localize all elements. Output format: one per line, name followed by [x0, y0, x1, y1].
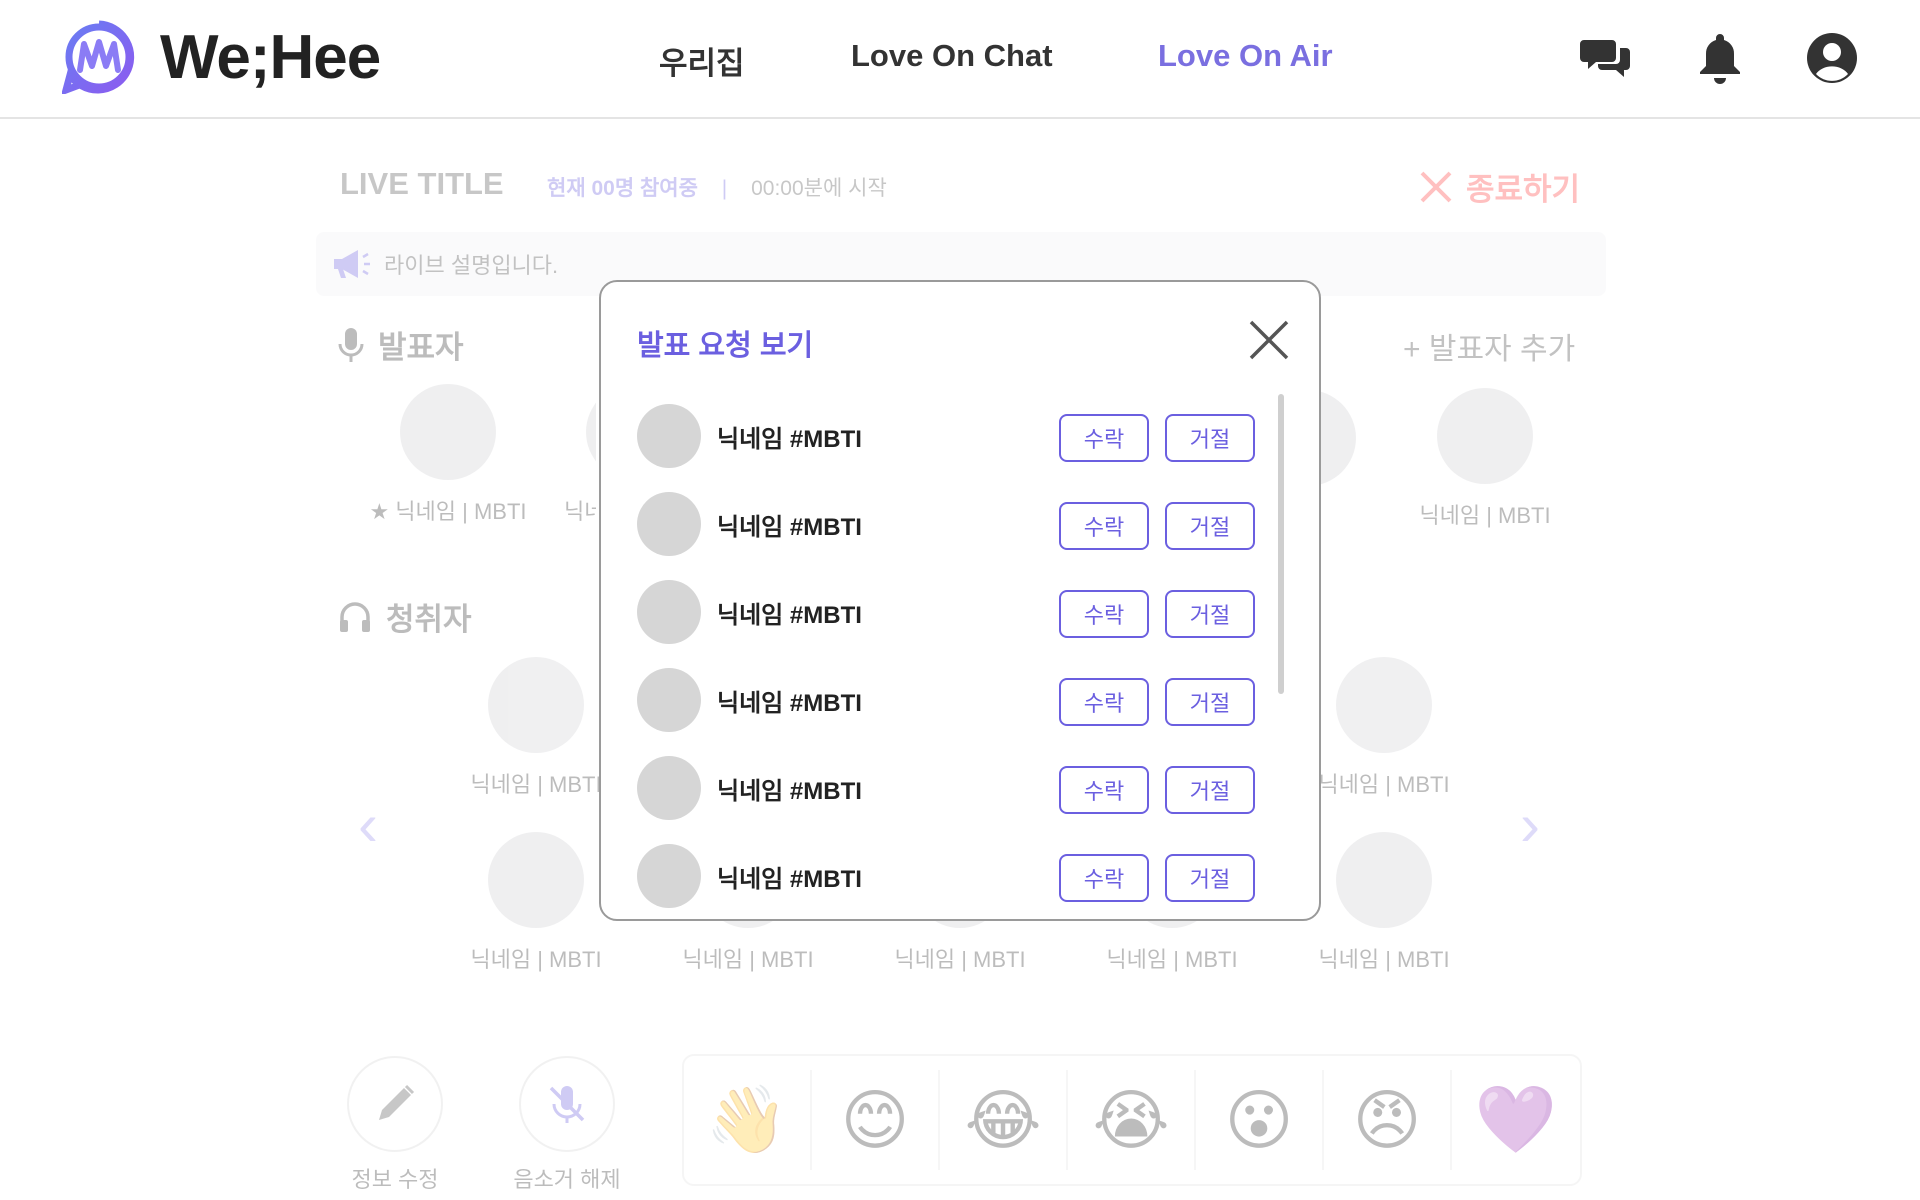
avatar — [637, 492, 701, 556]
listener-label: 닉네임 | MBTI — [1318, 772, 1450, 797]
mic-off-icon — [549, 1086, 585, 1123]
close-icon[interactable] — [1247, 318, 1291, 362]
request-nickname: 닉네임 #MBTI — [717, 425, 862, 453]
live-title: LIVE TITLE — [340, 166, 504, 201]
avatar — [637, 404, 701, 468]
edit-button-circle — [347, 1056, 443, 1152]
nav-item-home[interactable]: 우리집 — [659, 38, 745, 83]
avatar — [637, 756, 701, 820]
laugh-emoji[interactable]: 😂 — [940, 1070, 1068, 1170]
edit-info-label: 정보 수정 — [351, 1167, 439, 1192]
speak-request-modal: 발표 요청 보기 닉네임 #MBTI 수락 거절 닉네임 #MBTI 수락 거절… — [599, 280, 1321, 921]
listener-label: 닉네임 | MBTI — [894, 947, 1026, 972]
avatar — [1437, 388, 1533, 484]
modal-title: 발표 요청 보기 — [637, 330, 814, 362]
request-list-scrollbar[interactable] — [1278, 394, 1284, 694]
accept-button[interactable]: 수락 — [1059, 502, 1149, 550]
reject-button[interactable]: 거절 — [1165, 502, 1255, 550]
speakers-title-text: 발표자 — [378, 330, 464, 365]
request-row: 닉네임 #MBTI 수락 거절 — [637, 656, 1257, 744]
logo-text: We;Hee — [160, 22, 381, 92]
pencil-icon — [379, 1084, 415, 1120]
accept-button[interactable]: 수락 — [1059, 414, 1149, 462]
cry-emoji[interactable]: 😭 — [1068, 1070, 1196, 1170]
request-row: 닉네임 #MBTI 수락 거절 — [637, 480, 1257, 568]
listener-item[interactable]: 닉네임 | MBTI — [1294, 832, 1474, 974]
wave-emoji[interactable]: 👋 — [684, 1070, 812, 1170]
angry-emoji[interactable]: 😠 — [1324, 1070, 1452, 1170]
emoji-reaction-bar: 👋 😊 😂 😭 😮 😠 💜 — [682, 1054, 1582, 1186]
profile-icon[interactable] — [1804, 30, 1860, 86]
speaker-item[interactable]: 닉네임 | MBTI — [496, 384, 596, 526]
unmute-label: 음소거 해제 — [513, 1167, 621, 1192]
request-nickname: 닉네임 #MBTI — [717, 513, 862, 541]
chat-icon[interactable] — [1578, 30, 1634, 86]
speakers-section-title: 발표자 — [338, 322, 464, 367]
listener-label: 닉네임 | MBTI — [1318, 947, 1450, 972]
avatar — [1336, 832, 1432, 928]
edit-info-button[interactable]: 정보 수정 — [325, 1056, 465, 1194]
accept-button[interactable]: 수락 — [1059, 678, 1149, 726]
live-description: 라이브 설명입니다. — [384, 253, 559, 278]
request-nickname: 닉네임 #MBTI — [717, 689, 862, 717]
request-row: 닉네임 #MBTI 수락 거절 — [637, 568, 1257, 656]
start-time: 00:00분에 시작 — [751, 177, 887, 200]
add-speaker-button[interactable]: + 발표자 추가 — [1403, 324, 1575, 368]
avatar — [400, 384, 496, 480]
listener-label: 닉네임 | MBTI — [682, 947, 814, 972]
meta-separator: | — [721, 177, 728, 200]
participant-count: 현재 00명 참여중 — [547, 177, 698, 200]
listeners-section-title: 청취자 — [338, 594, 472, 639]
bell-icon[interactable] — [1692, 30, 1748, 86]
next-page-arrow-icon[interactable]: › — [1520, 790, 1540, 859]
unmute-button[interactable]: 음소거 해제 — [497, 1056, 637, 1194]
surprise-emoji[interactable]: 😮 — [1196, 1070, 1324, 1170]
reject-button[interactable]: 거절 — [1165, 414, 1255, 462]
live-meta: 현재 00명 참여중 | 00:00분에 시작 — [547, 172, 887, 202]
microphone-icon — [338, 327, 364, 362]
nav-item-love-on-air[interactable]: Love On Air — [1158, 38, 1333, 74]
accept-button[interactable]: 수락 — [1059, 590, 1149, 638]
avatar — [488, 657, 584, 753]
request-row: 닉네임 #MBTI 수락 거절 — [637, 744, 1257, 832]
reject-button[interactable]: 거절 — [1165, 590, 1255, 638]
end-live-label: 종료하기 — [1466, 172, 1581, 207]
request-row: 닉네임 #MBTI 수락 거절 — [637, 832, 1257, 920]
unmute-button-circle — [519, 1056, 615, 1152]
avatar — [637, 580, 701, 644]
listeners-title-text: 청취자 — [386, 602, 472, 637]
request-nickname: 닉네임 #MBTI — [717, 865, 862, 893]
prev-page-arrow-icon[interactable]: ‹ — [358, 790, 378, 859]
headphones-icon — [340, 601, 370, 632]
top-header: We;Hee 우리집 Love On Chat Love On Air — [0, 0, 1920, 119]
listener-label: 닉네임 | MBTI — [1106, 947, 1238, 972]
avatar — [637, 668, 701, 732]
close-icon — [1420, 171, 1452, 202]
listener-label: 닉네임 | MBTI — [470, 947, 602, 972]
logo[interactable]: We;Hee — [62, 20, 381, 94]
avatar — [586, 384, 596, 480]
reject-button[interactable]: 거절 — [1165, 854, 1255, 902]
request-nickname: 닉네임 #MBTI — [717, 601, 862, 629]
listener-item[interactable]: 닉네임 | MBTI — [1294, 657, 1474, 799]
nav-item-love-on-chat[interactable]: Love On Chat — [851, 38, 1053, 74]
request-row: 닉네임 #MBTI 수락 거절 — [637, 392, 1257, 480]
end-live-button[interactable]: 종료하기 — [1418, 164, 1580, 209]
logo-mark-icon — [62, 20, 135, 94]
avatar — [637, 844, 701, 908]
request-nickname: 닉네임 #MBTI — [717, 777, 862, 805]
reject-button[interactable]: 거절 — [1165, 678, 1255, 726]
accept-button[interactable]: 수락 — [1059, 766, 1149, 814]
avatar — [488, 832, 584, 928]
speaker-item[interactable]: 닉네임 | MBTI — [1395, 388, 1575, 530]
smile-emoji[interactable]: 😊 — [812, 1070, 940, 1170]
speaker-label: 닉네임 | MBTI — [564, 499, 596, 524]
request-list: 닉네임 #MBTI 수락 거절 닉네임 #MBTI 수락 거절 닉네임 #MBT… — [637, 392, 1257, 920]
avatar — [1336, 657, 1432, 753]
speaker-label: 닉네임 | MBTI — [1419, 503, 1551, 528]
accept-button[interactable]: 수락 — [1059, 854, 1149, 902]
reject-button[interactable]: 거절 — [1165, 766, 1255, 814]
megaphone-icon — [334, 250, 370, 278]
purple-heart-emoji[interactable]: 💜 — [1452, 1070, 1580, 1170]
